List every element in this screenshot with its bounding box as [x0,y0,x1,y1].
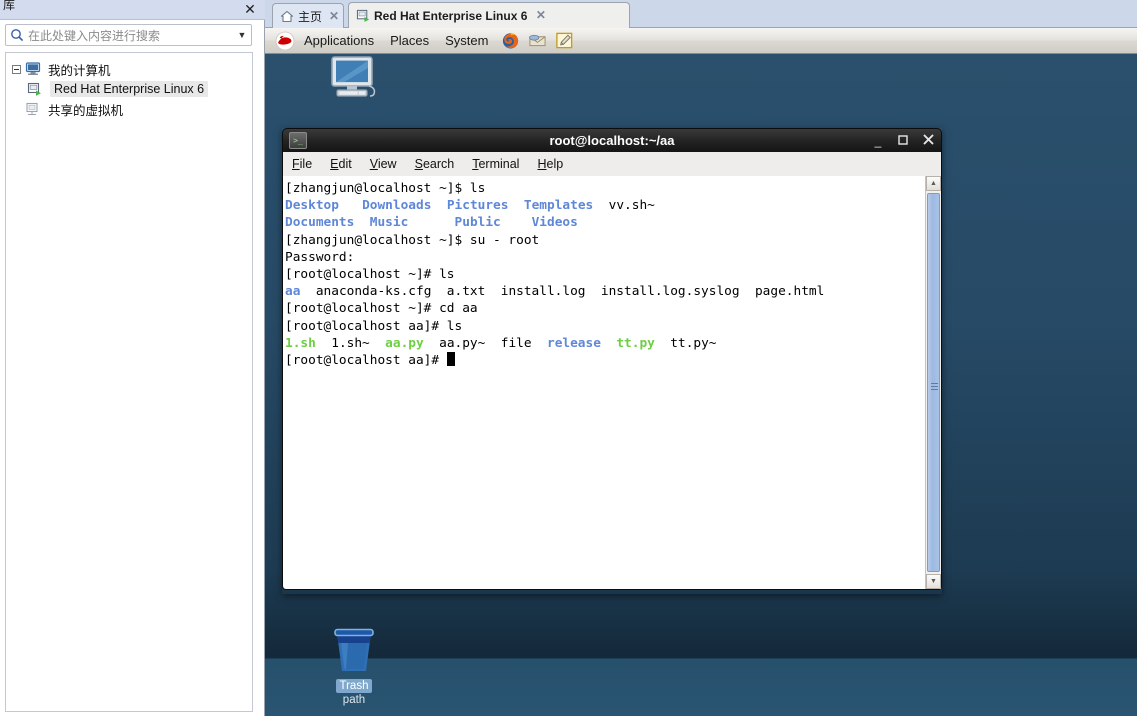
firefox-icon[interactable] [498,30,522,52]
terminal-line: [root@localhost ~]# ls [285,267,455,283]
shared-vm-icon [25,101,43,117]
terminal-line: [root@localhost aa]# [285,352,925,369]
gnome-desktop[interactable]: Trash path >_ root@localhost:~/aa _ File… [265,54,1137,716]
sidebar-item-label: Red Hat Enterprise Linux 6 [50,81,209,97]
tab-close-icon[interactable]: ✕ [329,10,339,23]
library-tree: 我的计算机 Red Hat Enterprise Linux 6 共享的虚拟机 [5,52,253,712]
tab-label: Red Hat Enterprise Linux 6 [374,8,528,23]
vm-pane: 主页 ✕ Red Hat Enterprise Linux 6 ✕ Applic… [265,0,1137,716]
scrollbar-grip-icon [931,382,938,390]
terminal-line: [root@localhost aa]# ls [285,318,463,334]
library-titlebar: 库 ✕ [0,0,265,20]
redhat-logo-icon[interactable] [275,31,295,51]
evolution-mail-icon[interactable] [525,30,549,52]
desktop-icon-label: Trash [335,679,373,693]
terminal-line: Password: [285,249,355,265]
terminal-line: 1.sh 1.sh~ aa.py aa.py~ file release tt.… [285,335,717,351]
home-icon [279,8,295,24]
terminal-line: Desktop Downloads Pictures Templates vv.… [285,198,655,214]
vmware-workstation-window: 库 ✕ 在此处键入内容进行搜索 ▼ 我的计算机 Red Hat Enterpri… [0,0,1137,716]
tab-close-icon[interactable]: ✕ [534,9,547,22]
vm-icon [355,8,371,24]
tab-strip: 主页 ✕ Red Hat Enterprise Linux 6 ✕ [265,0,1137,28]
menu-system[interactable]: System [438,31,495,50]
desktop-icon-sublabel: path [342,694,366,706]
terminal-window[interactable]: >_ root@localhost:~/aa _ File Edit View … [282,128,942,594]
terminal-screen[interactable]: [zhangjun@localhost ~]$ ls Desktop Downlo… [283,176,925,589]
computer-desktop-icon [323,56,381,107]
minimize-button[interactable]: _ [872,135,884,147]
menu-file[interactable]: File [292,157,312,171]
terminal-line: [zhangjun@localhost ~]$ su - root [285,232,540,248]
menu-terminal[interactable]: Terminal [472,157,519,171]
scroll-up-icon[interactable]: ▲ [926,176,941,191]
menu-view[interactable]: View [370,157,397,171]
scroll-down-icon[interactable]: ▼ [926,574,941,589]
maximize-button[interactable] [897,134,909,147]
terminal-scrollbar[interactable]: ▲ ▼ [925,176,941,589]
tree-expander-icon[interactable] [12,64,21,74]
terminal-line: aa anaconda-ks.cfg a.txt install.log ins… [285,284,825,300]
terminal-line: Documents Music Public Videos [285,215,578,231]
sidebar-item-shared-vms[interactable]: 共享的虚拟机 [6,99,252,119]
terminal-line: [root@localhost ~]# cd aa [285,301,478,317]
search-input-placeholder[interactable]: 在此处键入内容进行搜索 [28,27,233,44]
tab-rhel6[interactable]: Red Hat Enterprise Linux 6 ✕ [348,2,630,28]
menu-applications[interactable]: Applications [297,31,381,50]
scrollbar-thumb[interactable] [927,193,940,572]
chevron-down-icon[interactable]: ▼ [233,30,251,40]
sidebar-item-label: 共享的虚拟机 [48,103,124,118]
sidebar-item-my-computer[interactable]: 我的计算机 [6,59,252,79]
library-close-icon[interactable]: ✕ [242,1,258,17]
library-pane: 库 ✕ 在此处键入内容进行搜索 ▼ 我的计算机 Red Hat Enterpri… [0,0,265,716]
text-editor-icon[interactable] [552,30,576,52]
terminal-menubar: File Edit View Search Terminal Help [282,152,942,176]
menu-help[interactable]: Help [537,157,563,171]
search-icon [6,25,28,45]
library-title: 库 [3,0,16,12]
vm-icon [27,81,45,97]
tab-label: 主页 [298,9,323,24]
trash-icon [328,628,380,679]
library-search-box[interactable]: 在此处键入内容进行搜索 ▼ [5,24,252,46]
terminal-titlebar[interactable]: >_ root@localhost:~/aa _ [282,128,942,152]
sidebar-item-label: 我的计算机 [48,63,111,78]
terminal-body[interactable]: [zhangjun@localhost ~]$ ls Desktop Downlo… [282,176,942,590]
menu-places[interactable]: Places [383,31,436,50]
desktop-icon-trash[interactable]: Trash path [317,624,391,706]
menu-search[interactable]: Search [415,157,455,171]
terminal-icon: >_ [289,132,307,149]
terminal-title: root@localhost:~/aa [549,133,675,148]
terminal-cursor [446,352,455,367]
close-button[interactable] [922,134,934,147]
menu-edit[interactable]: Edit [330,157,352,171]
terminal-line: [zhangjun@localhost ~]$ ls [285,181,486,196]
computer-icon [25,61,43,77]
gnome-top-panel: Applications Places System [265,28,1137,54]
desktop-icon-computer[interactable] [315,54,389,107]
tab-home[interactable]: 主页 ✕ [272,3,344,28]
sidebar-item-rhel6[interactable]: Red Hat Enterprise Linux 6 [6,79,252,99]
